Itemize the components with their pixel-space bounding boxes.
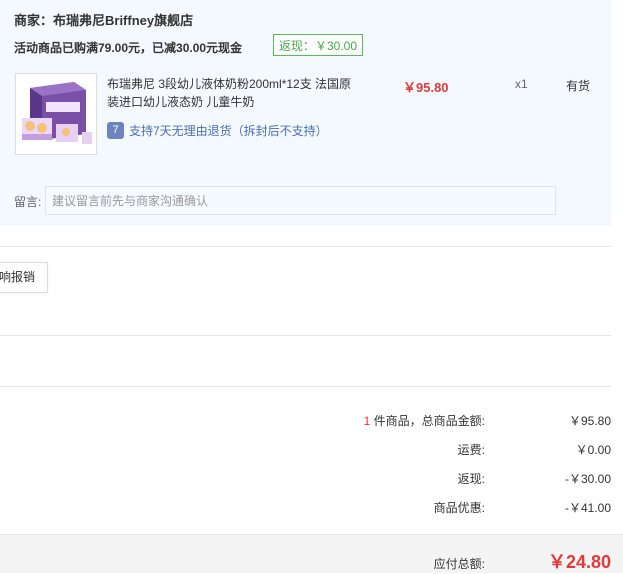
return-policy-text: 支持7天无理由退货（拆封后不支持）	[129, 123, 328, 138]
merchant-name[interactable]: 商家：布瑞弗尼Briffney旗舰店	[14, 10, 193, 29]
return-policy: 7 支持7天无理由退货（拆封后不支持）	[107, 121, 328, 139]
product-name[interactable]: 布瑞弗尼 3段幼儿液体奶粉200ml*12支 法国原装进口幼儿液态奶 儿童牛奶	[107, 75, 357, 111]
shipping-label: 运费:	[457, 443, 485, 457]
seven-day-return-icon: 7	[107, 121, 124, 139]
total-label: 应付总额:	[433, 557, 485, 571]
divider	[0, 386, 611, 387]
shop-section: 商家：布瑞弗尼Briffney旗舰店 活动商品已购满79.00元，已减30.00…	[0, 0, 611, 226]
memo-label: 留言:	[14, 195, 42, 209]
rebate-amount: -￥30.00	[564, 472, 611, 486]
reimburse-button[interactable]: 响报销	[0, 262, 48, 293]
goods-amount-label: 1 件商品，总商品金额:	[364, 412, 485, 429]
product-thumbnail[interactable]	[15, 73, 97, 155]
divider	[0, 335, 611, 336]
memo-input[interactable]	[45, 186, 556, 215]
quantity: x1	[515, 77, 528, 91]
rebate-tag: 返现：￥30.00	[273, 34, 363, 56]
shipping-amount: ￥0.00	[575, 443, 611, 457]
goods-amount: ￥95.80	[568, 414, 611, 428]
unit-price: ￥95.80	[403, 80, 449, 95]
total-amount: ￥24.80	[547, 552, 611, 572]
product-image-icon	[16, 74, 96, 154]
stock-status: 有货	[566, 79, 591, 93]
divider	[0, 246, 611, 247]
rebate-label: 返现:	[457, 472, 485, 486]
goods-amount-label-text: 件商品，总商品金额:	[370, 414, 485, 428]
promo-text: 活动商品已购满79.00元，已减30.00元现金	[14, 41, 243, 55]
total-bar: 应付总额: ￥24.80	[0, 534, 623, 573]
discount-amount: -￥41.00	[564, 501, 611, 515]
discount-label: 商品优惠:	[433, 501, 485, 515]
